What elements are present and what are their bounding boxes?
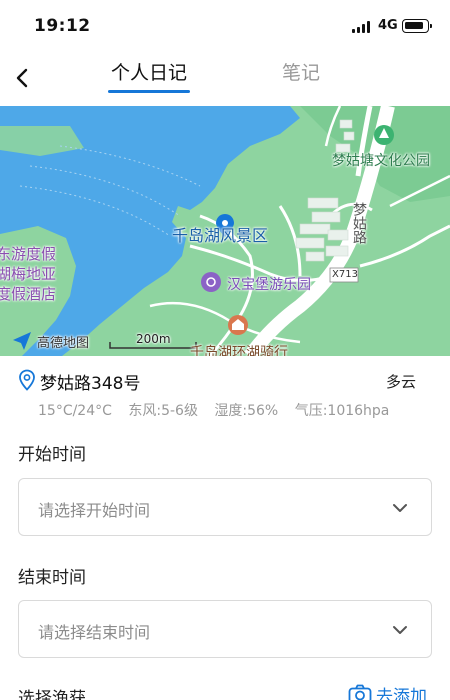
map-label-scenic: 千岛湖风景区 [172,226,269,245]
map-label-park: 梦姑塘文化公园 [332,153,430,169]
weather-wind: 东风:5-6级 [128,403,198,419]
catch-label: 选择渔获 [18,689,86,700]
weather-details: 15°C/24°C 东风:5-6级 湿度:56% 气压:1016hpa [38,400,401,420]
weather-humidity: 湿度:56% [214,403,279,419]
weather-condition: 多云 [385,373,416,391]
start-time-placeholder: 请选择开始时间 [38,501,151,520]
map-label-cycling: 千岛湖环湖骑行 [190,345,288,356]
location-pin-icon [19,369,35,391]
map-label-road: 梦姑路 [351,202,367,244]
weather-pressure: 气压:1016hpa [294,403,390,419]
top-nav: 个人日记 笔记 [0,50,450,106]
status-bar: 19:12 4G [0,0,450,50]
map-label-hotel-2: 湖梅地亚 [0,265,57,283]
location-row: 梦姑路348号 多云 [18,368,432,394]
chevron-down-icon [393,504,407,512]
tab-notes[interactable]: 笔记 [278,58,324,85]
map-label-hotel-3: 度假酒店 [0,285,57,303]
active-tab-indicator [108,90,190,93]
map-label-hotel-1: 东游度假 [0,245,57,263]
tab-personal-diary[interactable]: 个人日记 [108,58,190,85]
map-label-amusement: 汉宝堡游乐园 [227,277,311,293]
network-type: 4G [378,18,398,33]
end-time-label: 结束时间 [18,568,86,588]
map-view[interactable]: 梦姑塘文化公园 千岛湖风景区 汉宝堡游乐园 梦姑路 X713 东游度假 湖梅地亚… [0,106,450,356]
battery-icon [402,19,432,33]
location-address: 梦姑路348号 [40,374,141,394]
end-time-placeholder: 请选择结束时间 [38,623,151,642]
end-time-select[interactable]: 请选择结束时间 [18,600,432,658]
weather-temperature: 15°C/24°C [38,403,112,419]
add-catch-button[interactable]: 去添加 [348,682,438,700]
start-time-select[interactable]: 请选择开始时间 [18,478,432,536]
add-catch-label: 去添加 [376,687,427,700]
signal-icon [352,21,372,33]
chevron-down-icon [393,626,407,634]
camera-icon [348,684,372,700]
map-scale-label: 200m [136,332,171,346]
status-time: 19:12 [34,16,91,36]
back-icon[interactable] [8,62,40,94]
start-time-label: 开始时间 [18,445,86,465]
map-label-road-code: X713 [332,269,358,280]
map-provider-logo: 高德地图 [37,336,90,351]
